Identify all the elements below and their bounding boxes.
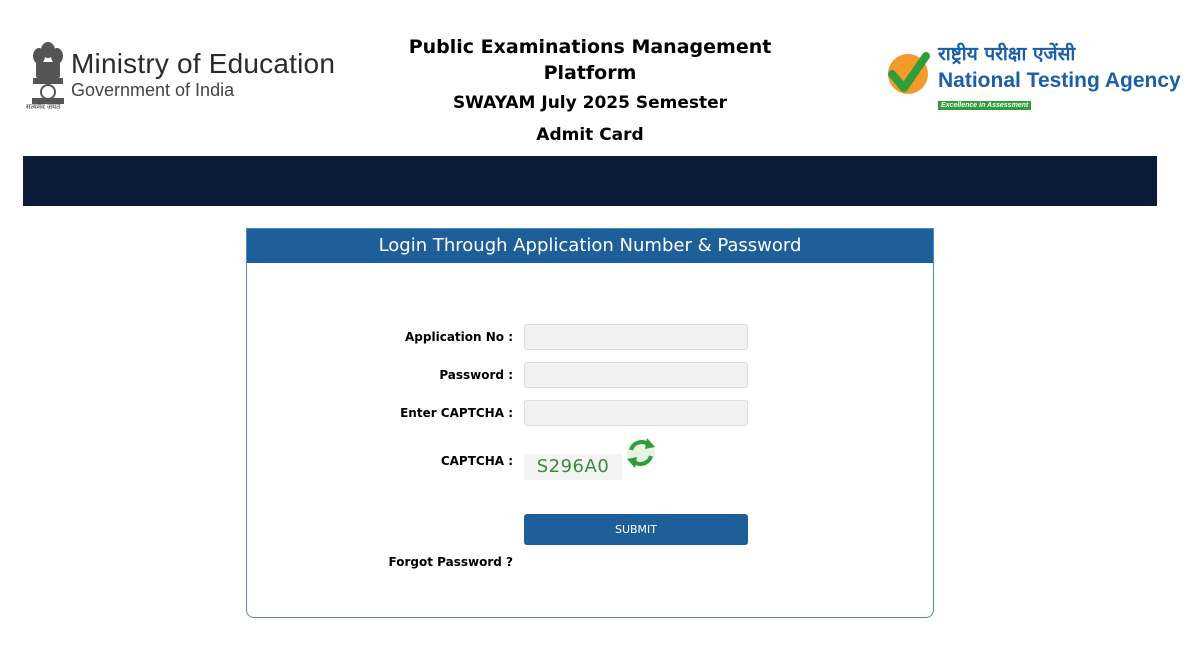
refresh-icon[interactable] [625,435,657,469]
ministry-title: Ministry of Education [71,48,336,79]
login-panel-heading: Login Through Application Number & Passw… [247,229,933,263]
ministry-subtitle: Government of India [71,80,235,100]
captcha-label: CAPTCHA : [440,454,513,468]
application-label: Application No : [405,330,513,344]
captcha-input[interactable] [524,400,748,426]
agency-tagline: Excellence in Assessment [938,101,1032,110]
forgot-password-link[interactable]: Forgot Password ? [389,555,513,569]
captcha-input-row: Enter CAPTCHA : [247,399,933,427]
national-emblem-icon [32,42,64,104]
semester-title: SWAYAM July 2025 Semester [452,93,728,113]
login-panel: Login Through Application Number & Passw… [246,228,934,618]
page-header: Ministry of Education Government of Indi… [0,0,1197,150]
page-title-block: Public Examinations Management Platform … [360,34,820,150]
agency-english-name: National Testing Agency [938,69,1181,92]
captcha-image: S296A0 [524,454,622,480]
ministry-branding: Ministry of Education Government of Indi… [71,48,335,100]
ministry-motto: सत्यमेव जयते [26,104,61,111]
captcha-input-label: Enter CAPTCHA : [400,406,513,420]
application-row: Application No : [247,323,933,351]
navigation-band [23,156,1157,206]
platform-title: Public Examinations Management Platform [408,36,772,84]
nta-check-icon [888,52,930,94]
password-input[interactable] [524,362,748,388]
agency-hindi-name: राष्ट्रीय परीक्षा एजेंसी [938,43,1076,65]
password-label: Password : [439,368,513,382]
submit-button[interactable]: SUBMIT [524,514,748,545]
password-row: Password : [247,361,933,389]
application-number-input[interactable] [524,324,748,350]
agency-branding: राष्ट्रीय परीक्षा एजेंसी National Testin… [938,40,1181,112]
document-title: Admit Card [536,125,644,145]
